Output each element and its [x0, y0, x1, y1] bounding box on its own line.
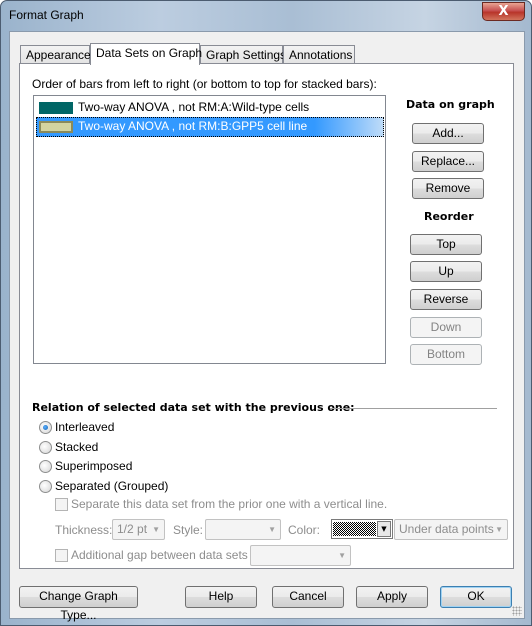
- line-position-select[interactable]: Under data points ▼: [394, 519, 508, 540]
- chevron-down-icon: ▼: [152, 525, 160, 534]
- add-button[interactable]: Add...: [412, 123, 484, 144]
- resize-grip[interactable]: [512, 606, 522, 616]
- color-preview: [333, 522, 376, 536]
- help-button[interactable]: Help: [185, 586, 257, 608]
- thickness-value: 1/2 pt: [117, 522, 148, 536]
- down-button[interactable]: Down: [410, 317, 482, 338]
- close-icon: X: [498, 4, 509, 19]
- title-bar: Format Graph X: [1, 1, 531, 31]
- radio-interleaved[interactable]: [39, 421, 52, 434]
- chevron-down-icon: ▼: [495, 525, 503, 534]
- change-graph-type-button[interactable]: Change Graph Type...: [19, 586, 138, 622]
- color-picker[interactable]: ▼: [331, 519, 393, 539]
- top-button[interactable]: Top: [410, 234, 482, 255]
- bottom-button[interactable]: Bottom: [410, 344, 482, 365]
- additional-gap-select[interactable]: ▼: [250, 545, 351, 566]
- reorder-title: Reorder: [424, 210, 474, 223]
- tab-appearance[interactable]: Appearance: [20, 45, 91, 64]
- tab-graph-settings[interactable]: Graph Settings: [200, 45, 286, 64]
- list-item[interactable]: Two-way ANOVA , not RM:A:Wild-type cells: [36, 98, 384, 118]
- separate-vertical-line-checkbox[interactable]: [55, 498, 68, 511]
- replace-button[interactable]: Replace...: [412, 151, 484, 172]
- data-sets-list[interactable]: Two-way ANOVA , not RM:A:Wild-type cells…: [33, 95, 386, 364]
- chevron-down-icon: ▼: [268, 525, 276, 534]
- style-label: Style:: [173, 523, 204, 537]
- dialog-client-area: Appearance Data Sets on Graph Graph Sett…: [9, 31, 525, 622]
- separate-vertical-line-label: Separate this data set from the prior on…: [71, 497, 388, 511]
- thickness-select[interactable]: 1/2 pt ▼: [112, 519, 165, 540]
- radio-separated-grouped[interactable]: [39, 480, 52, 493]
- tab-annotations[interactable]: Annotations: [283, 45, 355, 64]
- radio-stacked[interactable]: [39, 441, 52, 454]
- stacked-label: Stacked: [55, 440, 99, 454]
- cancel-button[interactable]: Cancel: [272, 586, 344, 608]
- ok-button[interactable]: OK: [440, 586, 512, 608]
- separated-grouped-label: Separated (Grouped): [55, 479, 169, 493]
- format-graph-dialog: Format Graph X Appearance Data Sets on G…: [0, 0, 532, 626]
- color-swatch: [39, 121, 73, 133]
- superimposed-label: Superimposed: [55, 459, 133, 473]
- chevron-down-icon: ▼: [377, 521, 391, 537]
- apply-button[interactable]: Apply: [356, 586, 428, 608]
- radio-superimposed[interactable]: [39, 460, 52, 473]
- list-item-selected[interactable]: Two-way ANOVA , not RM:B:GPP5 cell line: [36, 117, 384, 137]
- style-select[interactable]: ▼: [205, 519, 281, 540]
- data-sets-panel: Order of bars from left to right (or bot…: [19, 63, 514, 569]
- tab-data-sets-on-graph[interactable]: Data Sets on Graph: [90, 43, 202, 65]
- additional-gap-checkbox[interactable]: [55, 549, 68, 562]
- remove-button[interactable]: Remove: [412, 178, 484, 199]
- window-title: Format Graph: [9, 8, 84, 22]
- reverse-button[interactable]: Reverse: [410, 289, 482, 310]
- section-divider: [330, 408, 497, 409]
- thickness-label: Thickness:: [55, 523, 113, 537]
- interleaved-label: Interleaved: [55, 420, 115, 434]
- line-position-value: Under data points: [399, 522, 494, 536]
- data-sets-heading: Order of bars from left to right (or bot…: [32, 77, 377, 91]
- additional-gap-label: Additional gap between data sets: [71, 548, 248, 562]
- color-label: Color:: [288, 523, 321, 537]
- close-button[interactable]: X: [482, 2, 525, 21]
- data-on-graph-title: Data on graph: [406, 98, 495, 111]
- list-item-label: Two-way ANOVA , not RM:A:Wild-type cells: [78, 100, 310, 114]
- up-button[interactable]: Up: [410, 261, 482, 282]
- relation-section-title: Relation of selected data set with the p…: [32, 401, 355, 414]
- chevron-down-icon: ▼: [338, 551, 346, 560]
- list-item-label: Two-way ANOVA , not RM:B:GPP5 cell line: [78, 119, 308, 133]
- color-swatch: [39, 102, 73, 114]
